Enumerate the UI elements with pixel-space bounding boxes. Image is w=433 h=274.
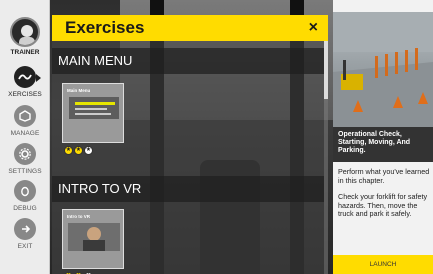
exercise-instructions: Check your forklift for safety hazards. … xyxy=(338,192,428,219)
section-title-intro-to-vr: INTRO TO VR xyxy=(52,176,324,202)
thumbnail-title: Intro to VR xyxy=(67,214,90,219)
panel-header: Exercises × xyxy=(52,15,328,41)
sidebar-item-label: MANAGE xyxy=(10,130,40,137)
scroll-thumb[interactable] xyxy=(324,41,328,99)
sidebar-item-debug[interactable]: DEBUG xyxy=(0,180,50,212)
exercise-title: Operational Check, Starting, Moving, And… xyxy=(333,127,433,162)
exercises-icon[interactable] xyxy=(14,66,36,88)
sidebar-item-exit[interactable]: EXIT xyxy=(0,218,50,250)
star-icon: ★ xyxy=(64,146,73,155)
exit-icon[interactable] xyxy=(14,218,36,240)
sidebar-item-settings[interactable]: SETTINGS xyxy=(0,143,50,175)
sidebar-item-label: XERCISES xyxy=(8,91,42,98)
trainer-avatar-item[interactable]: TRAINER xyxy=(0,17,50,56)
manage-icon[interactable] xyxy=(14,105,36,127)
star-icon: ★ xyxy=(84,146,93,155)
active-arrow-icon xyxy=(36,74,41,82)
sidebar-item-label: SETTINGS xyxy=(8,168,42,175)
sidebar-item-manage[interactable]: MANAGE xyxy=(0,105,50,137)
exercise-details-panel: Operational Check, Starting, Moving, And… xyxy=(333,0,433,274)
exercise-thumbnail-intro-to-vr[interactable]: Intro to VR xyxy=(62,209,124,269)
exercise-description: Perform what you've learned in this chap… xyxy=(338,167,430,185)
avatar[interactable] xyxy=(10,17,40,47)
sidebar-item-label: DEBUG xyxy=(13,205,37,212)
gear-icon[interactable] xyxy=(14,143,36,165)
scrollbar[interactable] xyxy=(324,41,328,274)
sidebar-item-label: EXIT xyxy=(17,243,33,250)
panel-title: Exercises xyxy=(65,18,145,37)
exercise-preview-image xyxy=(333,12,433,127)
section-title-main-menu: MAIN MENU xyxy=(52,48,324,74)
close-button[interactable]: × xyxy=(309,20,318,36)
exercise-list[interactable]: MAIN MENU Main Menu ★ ★ ★ INTRO TO VR In… xyxy=(52,41,324,274)
trainer-label: TRAINER xyxy=(10,49,40,56)
rating-stars: ★ ★ ★ xyxy=(64,146,93,155)
exercises-panel: Exercises × MAIN MENU Main Menu ★ ★ ★ IN… xyxy=(52,15,328,274)
debug-icon[interactable] xyxy=(14,180,36,202)
star-icon: ★ xyxy=(74,146,83,155)
sidebar-item-exercises[interactable]: XERCISES xyxy=(0,66,50,98)
thumbnail-title: Main Menu xyxy=(67,88,91,93)
sidebar: TRAINER XERCISES MANAGE SETTINGS DEBUG E… xyxy=(0,0,50,274)
launch-button[interactable]: LAUNCH xyxy=(333,255,433,274)
exercise-thumbnail-main-menu[interactable]: Main Menu xyxy=(62,83,124,143)
